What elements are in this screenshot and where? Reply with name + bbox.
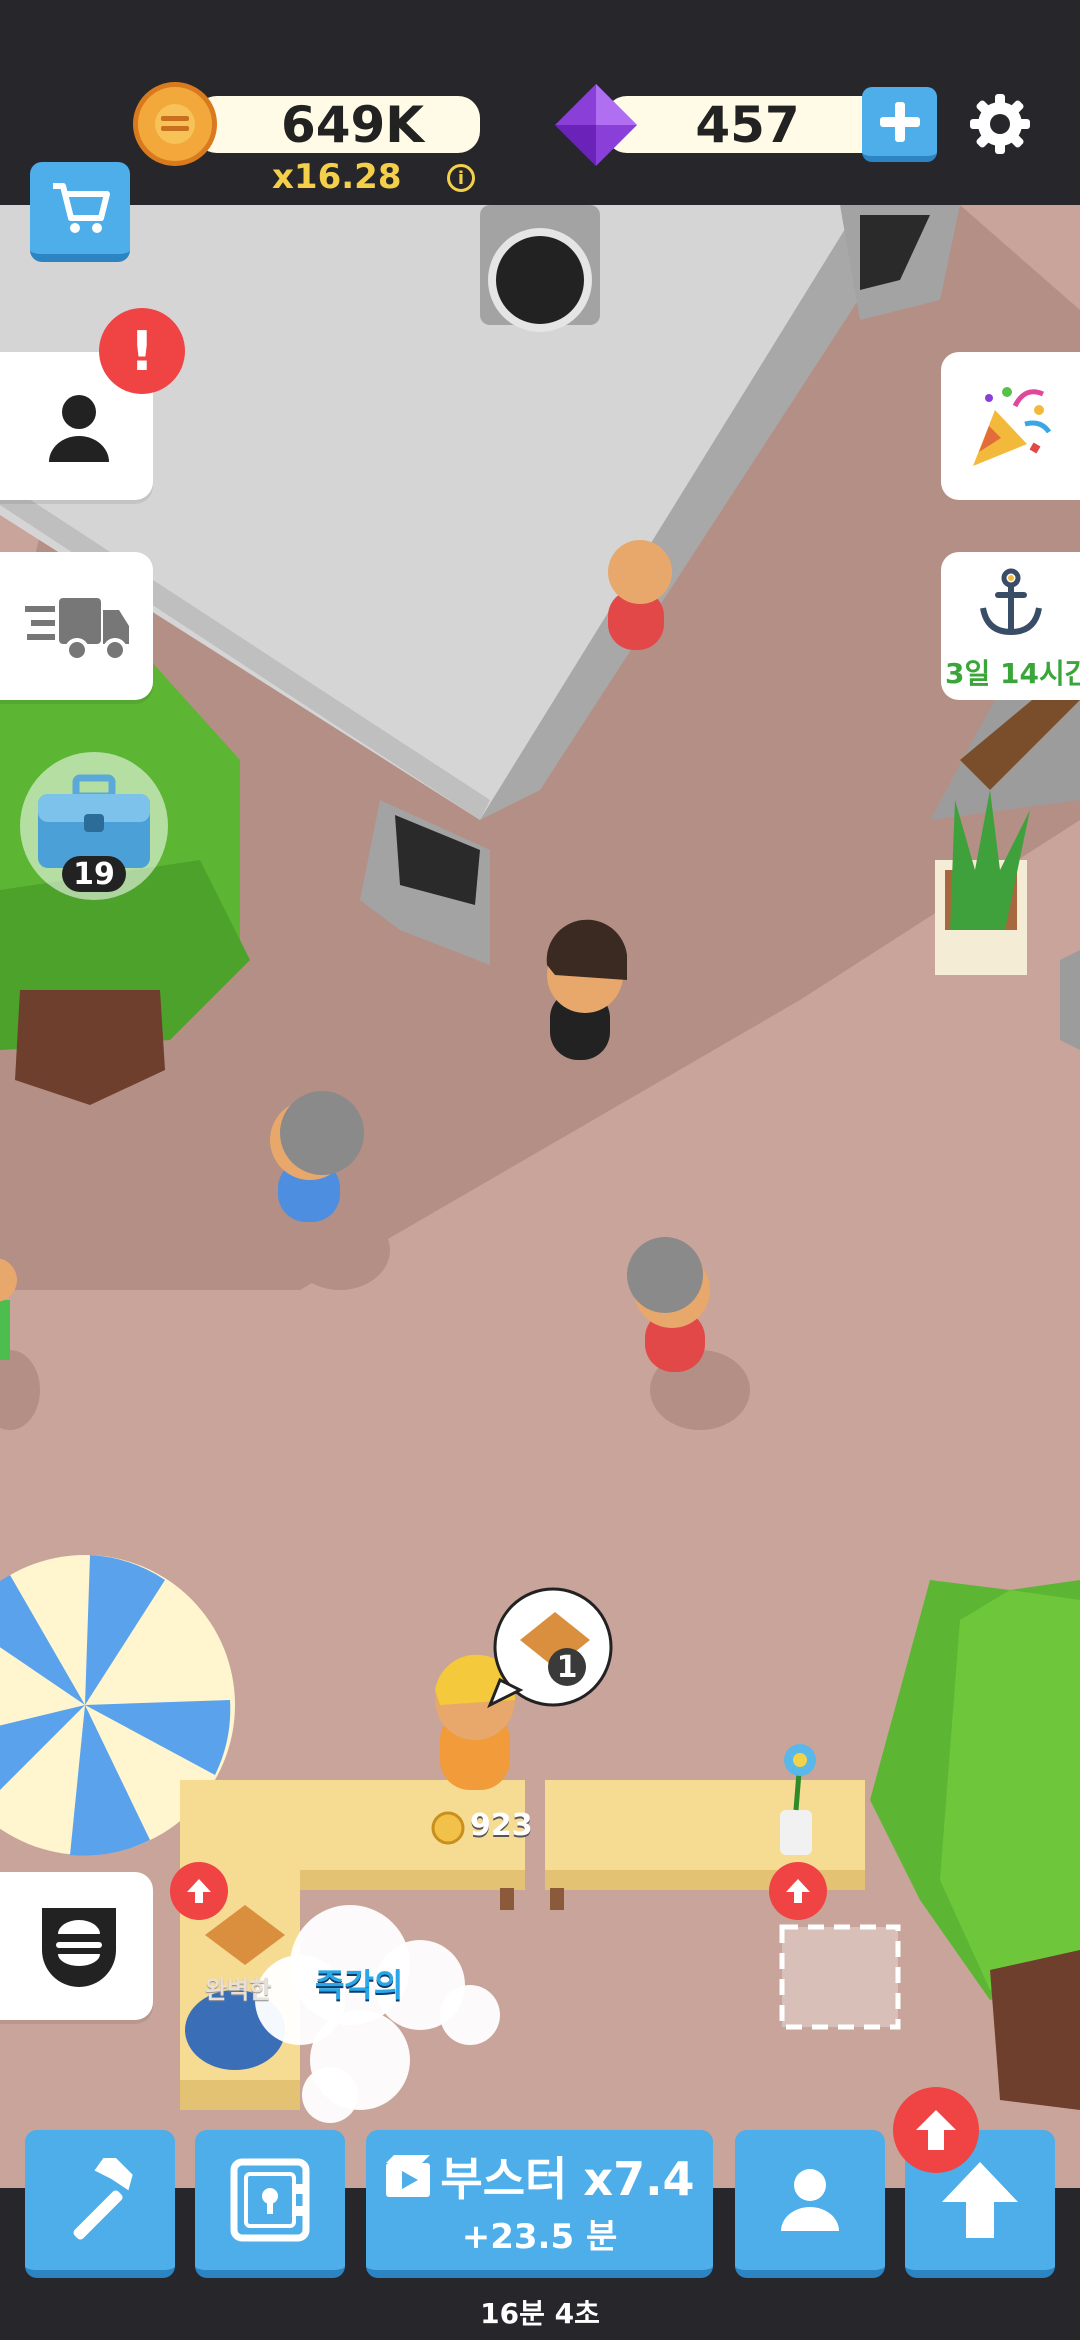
coin-icon	[133, 82, 217, 166]
arrow-up-icon	[916, 2110, 956, 2150]
person-icon	[49, 395, 109, 462]
add-gems-button[interactable]	[862, 87, 937, 162]
arrow-up-icon	[187, 1879, 211, 1903]
alert-badge: !	[99, 308, 185, 394]
safe-icon	[230, 2158, 310, 2242]
booster-sub: +23.5 분	[461, 2216, 618, 2257]
event-timer: 3일 14시간	[945, 657, 1080, 690]
arrow-up-icon	[786, 1879, 810, 1903]
income-multiplier: x16.28	[272, 157, 402, 197]
toolbox-button[interactable]: 19	[20, 752, 168, 900]
person-icon	[781, 2169, 839, 2231]
session-timer: 16분 4초	[480, 2297, 600, 2330]
build-button[interactable]	[25, 2130, 175, 2278]
cashier-coin-amount: 923	[470, 1808, 533, 1843]
float-text-perfect: 완벽한	[205, 1976, 272, 2004]
order-count: 1	[548, 1648, 586, 1686]
booster-button[interactable]: 부스터 x7.4 +23.5 분	[366, 2130, 713, 2278]
party-popper-icon	[973, 387, 1052, 466]
toolbox-count: 19	[62, 856, 126, 892]
gem-icon	[553, 82, 639, 168]
vault-button[interactable]	[195, 2130, 345, 2278]
coin-counter: 649K	[195, 95, 480, 154]
float-text-instant: 즉각의	[315, 1966, 404, 2004]
arrow-up-icon	[942, 2162, 1018, 2238]
counter-upgrade-button[interactable]	[170, 1862, 228, 1920]
delivery-truck-icon	[25, 598, 129, 662]
anchor-event-button[interactable]: 3일 14시간	[941, 552, 1080, 700]
settings-button[interactable]	[966, 90, 1034, 158]
burger-badge-icon	[42, 1908, 116, 1987]
party-event-button[interactable]	[941, 352, 1080, 500]
gem-value: 457	[695, 95, 800, 154]
info-icon[interactable]: i	[447, 164, 475, 192]
gear-icon	[970, 94, 1030, 154]
cart-icon	[53, 183, 110, 233]
booster-label: 부스터 x7.4	[440, 2151, 695, 2206]
upgrade-available-badge	[893, 2087, 979, 2173]
table-upgrade-button[interactable]	[769, 1862, 827, 1920]
coin-value: 649K	[280, 95, 425, 154]
staff-button[interactable]	[735, 2130, 885, 2278]
anchor-icon	[980, 568, 1042, 636]
shop-button[interactable]	[30, 162, 130, 262]
hammer-icon	[73, 2158, 133, 2240]
plus-icon	[879, 101, 920, 142]
gem-counter: 457	[605, 95, 890, 154]
burger-menu-button[interactable]	[0, 1872, 153, 2020]
delivery-button[interactable]	[0, 552, 153, 700]
video-ad-icon	[386, 2154, 431, 2197]
